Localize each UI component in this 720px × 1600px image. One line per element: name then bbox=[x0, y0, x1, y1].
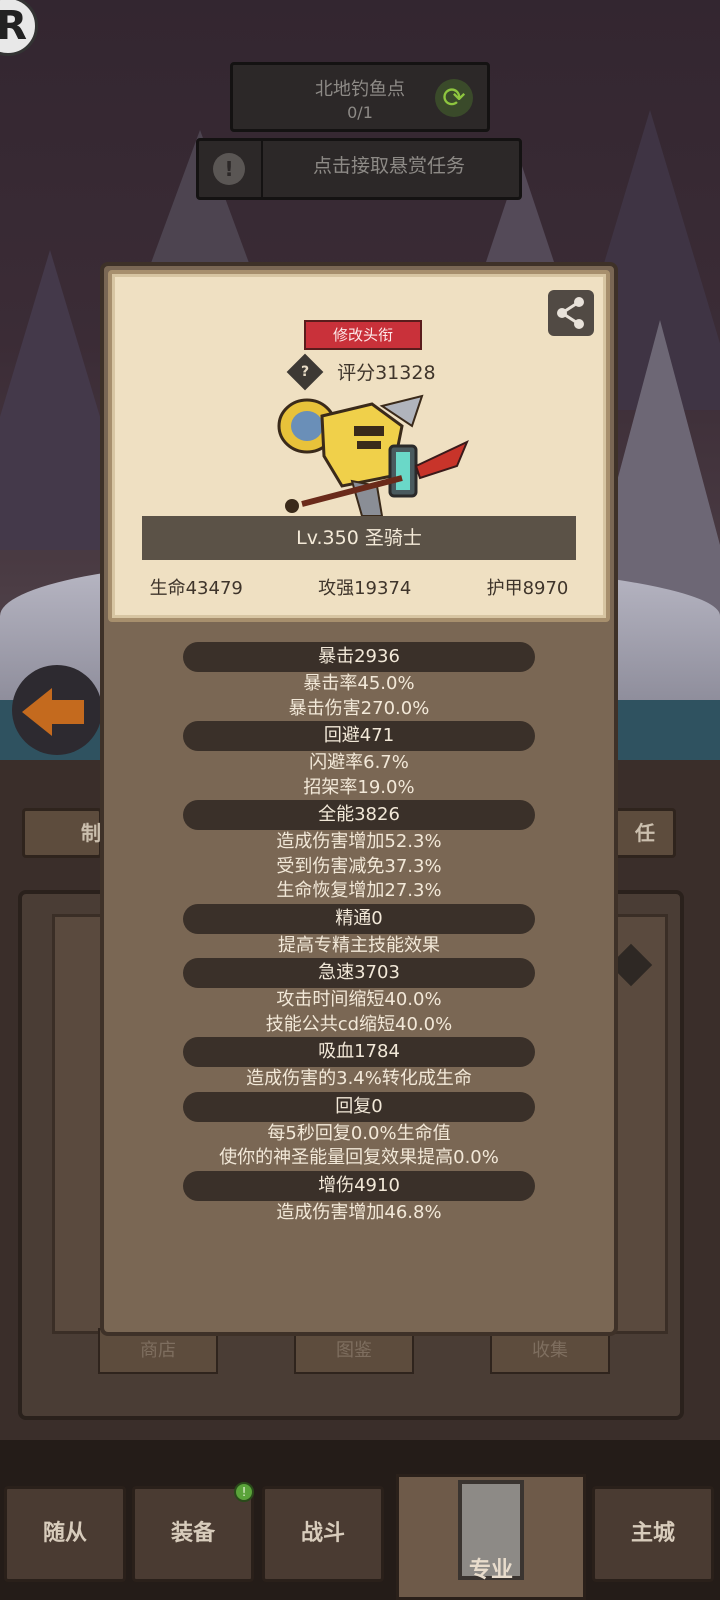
character-card: 修改头衔 ? 评分31328 Lv.350 圣骑士 生命43479 攻强1937… bbox=[108, 270, 610, 622]
attribute-line: 使你的神圣能量回复效果提高0.0% bbox=[219, 1147, 499, 1168]
attribute-header: 回避471 bbox=[183, 721, 535, 751]
nav-battle[interactable]: 战斗 bbox=[262, 1486, 384, 1582]
nav-profession-label: 专业 bbox=[468, 1558, 513, 1583]
character-info-modal: 修改头衔 ? 评分31328 Lv.350 圣骑士 生命43479 攻强1937… bbox=[100, 262, 618, 1336]
attribute-header: 精通0 bbox=[183, 903, 535, 934]
share-button[interactable] bbox=[548, 290, 594, 336]
attribute-line: 攻击时间缩短40.0% bbox=[276, 989, 442, 1010]
attribute-line: 闪避率6.7% bbox=[309, 752, 409, 773]
attribute-header: 增伤4910 bbox=[183, 1170, 535, 1201]
attribute-line: 提高专精主技能效果 bbox=[278, 934, 440, 956]
nav-main-city[interactable]: 主城 bbox=[592, 1486, 714, 1582]
attribute-line: 暴击率45.0% bbox=[303, 673, 415, 694]
notification-badge: ! bbox=[234, 1482, 254, 1502]
paladin-avatar bbox=[277, 394, 469, 517]
attribute-line: 技能公共cd缩短40.0% bbox=[265, 1013, 453, 1035]
attribute-header: 吸血1784 bbox=[183, 1037, 535, 1067]
score-row: ? 评分31328 bbox=[286, 353, 436, 390]
attribute-header: 急速3703 bbox=[183, 958, 535, 988]
back-arrow-icon bbox=[22, 688, 52, 736]
attribute-line: 造成伤害的3.4%转化成生命 bbox=[246, 1068, 472, 1089]
attribute-header: 全能3826 bbox=[183, 800, 535, 830]
exclamation-icon: ! bbox=[213, 153, 245, 185]
hp-stat: 生命43479 bbox=[149, 578, 243, 599]
level-class-label: Lv.350 圣骑士 bbox=[142, 516, 576, 560]
nav-followers[interactable]: 随从 bbox=[4, 1486, 126, 1582]
attribute-line: 造成伤害增加52.3% bbox=[276, 831, 442, 852]
side-tab-left[interactable]: 制 bbox=[22, 808, 102, 858]
attribute-line: 造成伤害增加46.8% bbox=[276, 1201, 442, 1223]
armor-stat: 护甲8970 bbox=[486, 578, 569, 599]
edit-title-button[interactable]: 修改头衔 bbox=[304, 320, 422, 350]
refresh-icon[interactable]: ⟳ bbox=[435, 79, 473, 117]
attribute-header: 暴击2936 bbox=[183, 642, 535, 672]
attribute-list: 暴击2936 暴击率45.0% 暴击伤害270.0% 回避471 闪避率6.7%… bbox=[104, 642, 614, 1225]
share-icon bbox=[557, 297, 584, 329]
back-arrow-icon bbox=[50, 700, 84, 724]
score-value: 评分31328 bbox=[337, 362, 436, 384]
attack-stat: 攻强19374 bbox=[318, 578, 412, 599]
bounty-panel[interactable]: ! 点击接取悬赏任务 bbox=[196, 138, 522, 200]
basic-stats: 生命43479 攻强19374 护甲8970 bbox=[112, 574, 606, 600]
question-icon[interactable]: ? bbox=[286, 353, 324, 390]
attribute-line: 招架率19.0% bbox=[303, 776, 415, 798]
attribute-line: 每5秒回复0.0%生命值 bbox=[267, 1122, 451, 1144]
bounty-label: 点击接取悬赏任务 bbox=[261, 141, 515, 197]
attribute-header: 回复0 bbox=[183, 1091, 535, 1122]
attribute-line: 受到伤害减免37.3% bbox=[276, 855, 442, 877]
quest-panel[interactable]: 北地钓鱼点 0/1 ⟳ bbox=[230, 62, 490, 132]
attribute-line: 暴击伤害270.0% bbox=[288, 697, 430, 719]
nav-equipment[interactable]: 装备 bbox=[132, 1486, 254, 1582]
attribute-line: 生命恢复增加27.3% bbox=[276, 880, 442, 901]
